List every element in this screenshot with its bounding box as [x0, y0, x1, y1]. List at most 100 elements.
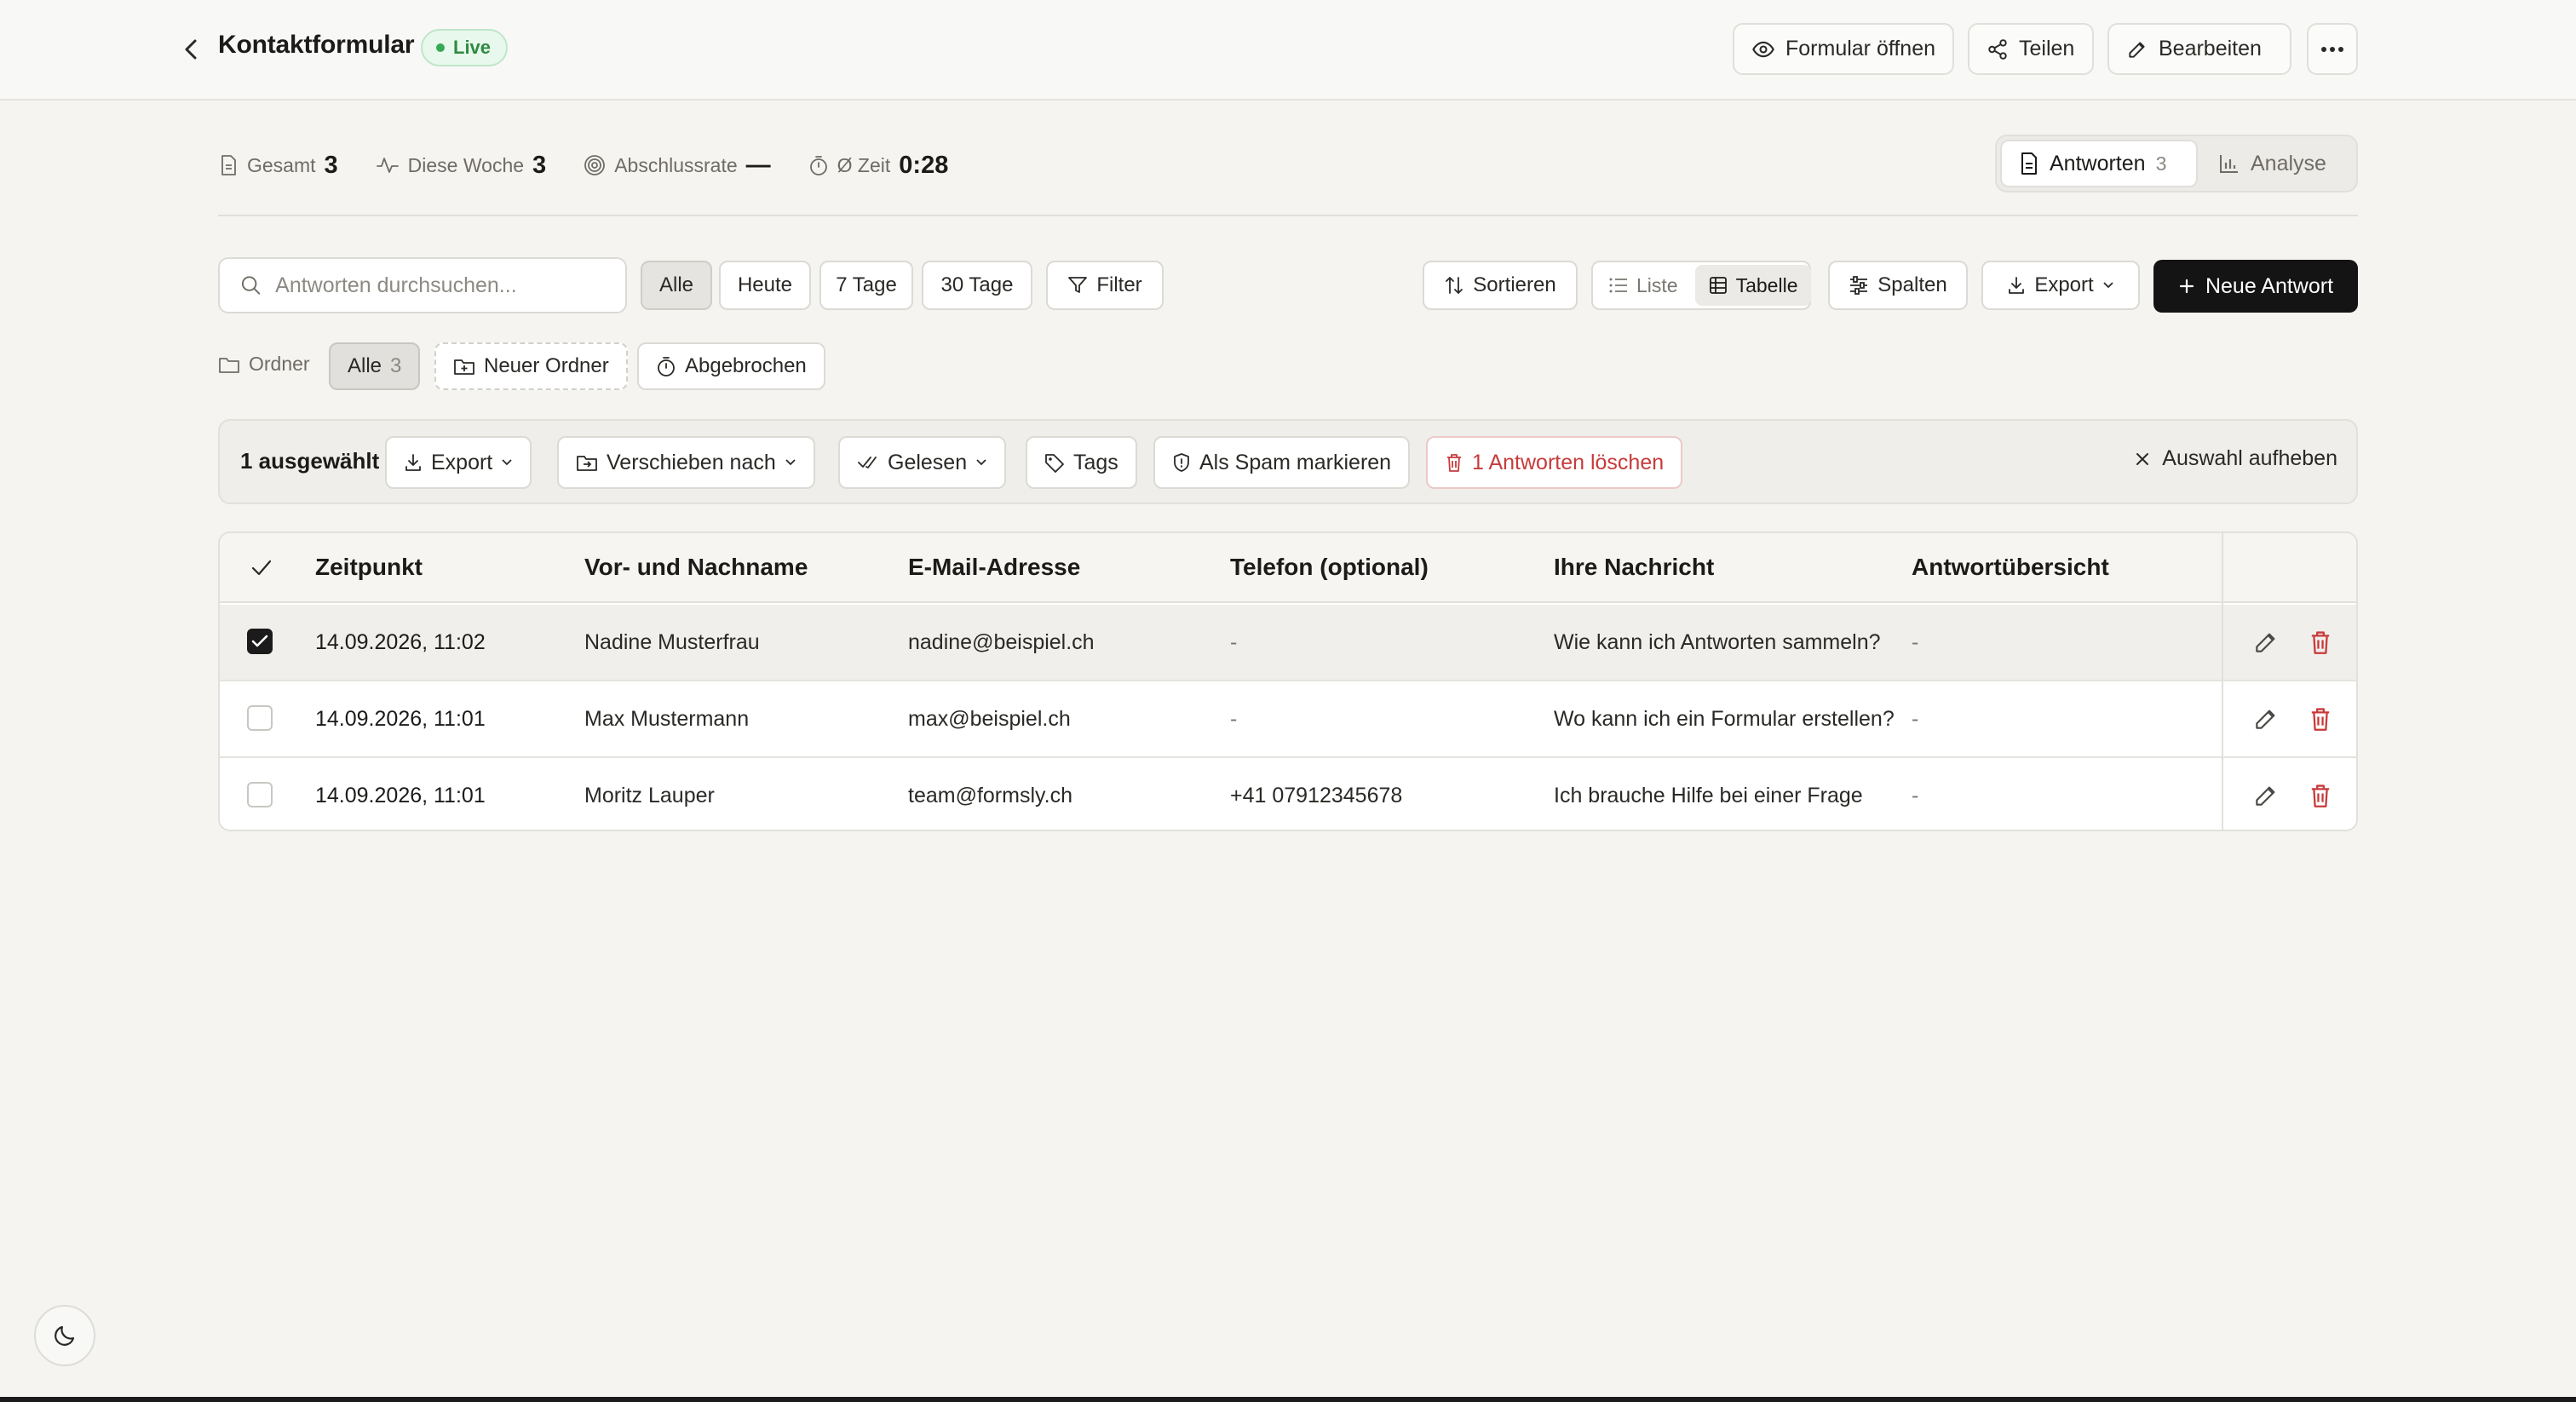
folder-aborted-button[interactable]: Abgebrochen [637, 342, 825, 390]
cell-phone: - [1230, 707, 1238, 731]
delete-row-button[interactable] [2303, 702, 2337, 736]
column-header-summary[interactable]: Antwortübersicht [1912, 554, 2109, 581]
mode-list-label: Liste [1636, 273, 1678, 296]
folder-all-button[interactable]: Alle 3 [329, 342, 421, 390]
table-row[interactable]: 14.09.2026, 11:01 Max Mustermann max@bei… [220, 681, 2356, 758]
folder-all-count: 3 [390, 354, 402, 377]
tab-analysis[interactable]: Analyse [2201, 140, 2343, 187]
column-header-phone[interactable]: Telefon (optional) [1230, 554, 1429, 581]
delete-row-button[interactable] [2303, 779, 2337, 813]
stat-completion: Abschlussrate — [584, 152, 771, 180]
cell-email: max@beispiel.ch [908, 707, 1071, 731]
moon-icon [55, 1325, 75, 1346]
table-row[interactable]: 14.09.2026, 11:01 Moritz Lauper team@for… [220, 758, 2356, 830]
stat-week-value: 3 [532, 151, 547, 179]
column-header-time[interactable]: Zeitpunkt [315, 554, 423, 581]
mark-spam-button[interactable]: Als Spam markieren [1153, 436, 1411, 489]
delete-selected-button[interactable]: 1 Antworten löschen [1426, 436, 1683, 489]
range-7-days-button[interactable]: 7 Tage [819, 261, 913, 310]
stat-total: Gesamt 3 [218, 152, 338, 180]
bar-chart-icon [2220, 155, 2238, 173]
tab-responses[interactable]: Antworten 3 [2000, 140, 2198, 187]
column-header-message[interactable]: Ihre Nachricht [1554, 554, 1714, 581]
columns-label: Spalten [1877, 273, 1947, 296]
chevron-down-icon [976, 459, 986, 466]
row-checkbox[interactable] [247, 782, 273, 807]
cell-name: Moritz Lauper [584, 784, 715, 807]
columns-button[interactable]: Spalten [1828, 261, 1968, 310]
stats-bar: Gesamt 3 Diese Woche 3 Abschlussrate — Ø… [218, 150, 986, 181]
stat-week-label: Diese Woche [407, 153, 525, 176]
cell-name: Max Mustermann [584, 707, 750, 731]
mode-table-label: Tabelle [1735, 273, 1798, 296]
new-folder-button[interactable]: Neuer Ordner [434, 342, 628, 390]
table-row[interactable]: 14.09.2026, 11:02 Nadine Musterfrau nadi… [220, 605, 2356, 681]
pencil-icon [2256, 710, 2275, 729]
view-switcher: Antworten 3 Analyse [1995, 135, 2358, 192]
download-icon [405, 454, 421, 471]
check-icon [251, 560, 272, 576]
new-response-button[interactable]: Neue Antwort [2153, 260, 2358, 313]
mode-table-button[interactable]: Tabelle [1694, 265, 1812, 306]
edit-row-button[interactable] [2249, 702, 2283, 736]
chevron-down-icon [502, 459, 512, 466]
open-form-button[interactable]: Formular öffnen [1733, 23, 1954, 75]
search-input[interactable] [275, 273, 605, 298]
move-to-button[interactable]: Verschieben nach [557, 436, 815, 489]
target-icon [584, 155, 606, 175]
trash-icon [1447, 454, 1461, 472]
cell-time: 14.09.2026, 11:02 [315, 630, 486, 654]
range-30-days-button[interactable]: 30 Tage [922, 261, 1032, 310]
share-button[interactable]: Teilen [1968, 23, 2094, 75]
sort-button[interactable]: Sortieren [1423, 261, 1578, 310]
tag-icon [1045, 454, 1064, 473]
list-icon [1609, 278, 1627, 293]
trash-icon [2311, 631, 2330, 654]
row-checkbox[interactable] [247, 629, 273, 654]
export-button[interactable]: Export [1981, 261, 2140, 310]
delete-selected-label: 1 Antworten löschen [1472, 450, 1665, 474]
folder-label-text: Ordner [249, 353, 310, 375]
cell-phone: - [1230, 630, 1238, 654]
table-header: Zeitpunkt Vor- und Nachname E-Mail-Adres… [220, 533, 2356, 603]
chevron-down-icon [2103, 282, 2113, 289]
folder-label: Ordner [218, 353, 310, 376]
cell-summary: - [1912, 630, 1919, 654]
edit-button[interactable]: Bearbeiten [2107, 23, 2291, 75]
bulk-export-button[interactable]: Export [385, 436, 532, 489]
mark-read-button[interactable]: Gelesen [838, 436, 1007, 489]
edit-label: Bearbeiten [2159, 37, 2262, 60]
range-all-button[interactable]: Alle [641, 261, 712, 310]
delete-row-button[interactable] [2303, 625, 2337, 659]
window-bottom-edge [0, 1397, 2576, 1402]
display-mode-switcher: Liste Tabelle [1591, 261, 1812, 310]
column-header-name[interactable]: Vor- und Nachname [584, 554, 808, 581]
cell-summary: - [1912, 784, 1919, 807]
top-header: Kontaktformular Live Formular öffnen Tei… [0, 0, 2576, 101]
stat-week: Diese Woche 3 [376, 151, 547, 180]
filter-button[interactable]: Filter [1046, 261, 1164, 310]
download-icon [2009, 277, 2025, 294]
mode-list-button[interactable]: Liste [1596, 265, 1692, 306]
more-options-button[interactable] [2307, 23, 2358, 75]
share-label: Teilen [2019, 37, 2075, 60]
sort-icon [1446, 277, 1463, 294]
shield-icon [1174, 453, 1189, 472]
edit-row-button[interactable] [2249, 625, 2283, 659]
bulk-actions-bar: 1 ausgewählt Export Verschieben nach Gel… [218, 419, 2358, 504]
tags-button[interactable]: Tags [1026, 436, 1137, 489]
folder-all-label: Alle [348, 354, 382, 377]
row-checkbox[interactable] [247, 705, 273, 731]
select-all-checkbox[interactable] [247, 554, 276, 583]
activity-icon [376, 158, 399, 173]
eye-icon [1752, 41, 1774, 57]
theme-toggle-button[interactable] [34, 1305, 95, 1366]
column-header-email[interactable]: E-Mail-Adresse [908, 554, 1080, 581]
chevron-left-icon [185, 39, 197, 60]
clear-selection-button[interactable]: Auswahl aufheben [2135, 446, 2337, 471]
range-today-button[interactable]: Heute [719, 261, 811, 310]
back-button[interactable] [177, 34, 204, 65]
edit-row-button[interactable] [2249, 779, 2283, 813]
stat-total-value: 3 [324, 151, 338, 179]
document-icon [221, 155, 236, 175]
